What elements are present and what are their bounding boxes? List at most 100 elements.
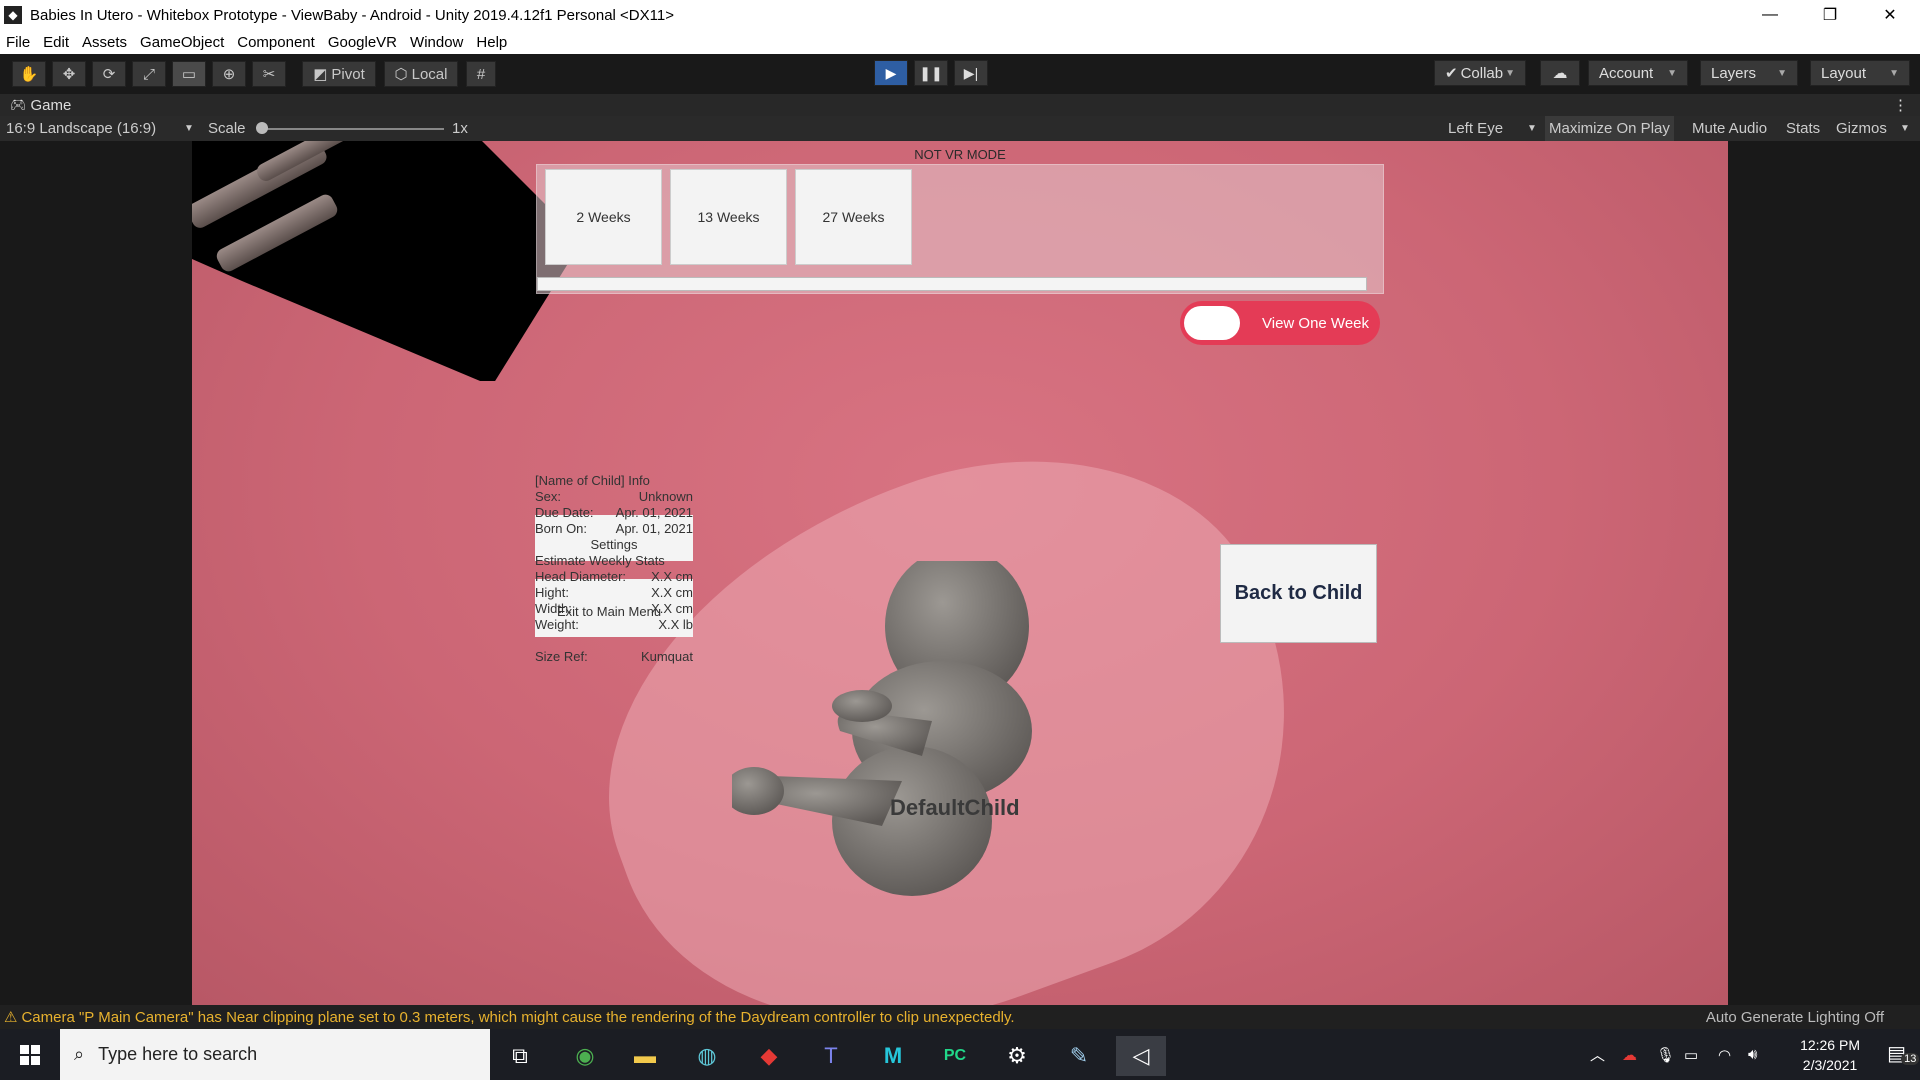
custom-tool-icon[interactable]: ✂	[252, 61, 286, 87]
volume-icon[interactable]: 🔊︎	[1748, 1029, 1757, 1080]
child-info-panel: [Name of Child] Info Sex: Unknown Due Dat…	[535, 473, 693, 664]
exit-label: Exit to Main Menu	[557, 604, 662, 619]
paint-icon[interactable]: ✎	[1054, 1036, 1104, 1076]
chrome-icon[interactable]: ◉	[560, 1036, 610, 1076]
console-status-bar[interactable]: ⚠ Camera "P Main Camera" has Near clippi…	[0, 1005, 1920, 1029]
scale-value: 1x	[452, 120, 468, 137]
teams-icon[interactable]: T	[806, 1036, 856, 1076]
settings-gear-icon[interactable]: ⚙	[992, 1036, 1042, 1076]
gizmos-caret-icon: ▼	[1900, 123, 1910, 134]
tray-chevron-icon[interactable]: ︿	[1590, 1029, 1605, 1080]
game-viewport[interactable]: DefaultChild NOT VR MODE 2 Weeks 13 Week…	[192, 141, 1728, 1005]
move-tool-icon[interactable]: ✥	[52, 61, 86, 87]
task-view-icon[interactable]: ⧉	[495, 1036, 545, 1076]
search-icon: ⌕	[74, 1044, 85, 1064]
estimate-label: Estimate Weekly Stats	[535, 553, 665, 568]
hand-tool-icon[interactable]: ✋	[12, 61, 46, 87]
mute-audio-toggle[interactable]: Mute Audio	[1688, 116, 1771, 141]
scale-slider-handle[interactable]	[256, 122, 268, 134]
maximize-on-play-toggle[interactable]: Maximize On Play	[1545, 116, 1674, 141]
scale-slider-track[interactable]	[262, 128, 444, 130]
check-icon: ✔	[1445, 65, 1458, 82]
play-button[interactable]: ▶	[874, 60, 908, 86]
vr-mode-label: NOT VR MODE	[914, 147, 1006, 162]
week-button-2[interactable]: 2 Weeks	[545, 169, 662, 265]
menu-edit[interactable]: Edit	[43, 34, 69, 51]
onedrive-icon[interactable]: ☁	[1622, 1029, 1637, 1080]
rect-tool-icon[interactable]: ▭	[172, 61, 206, 87]
microphone-icon[interactable]: 🎙︎	[1656, 1029, 1675, 1080]
caret-icon: ▼	[1777, 67, 1787, 79]
taskbar-search-box[interactable]: ⌕ Type here to search	[60, 1029, 490, 1080]
more-options-icon[interactable]: ⋮	[1893, 96, 1908, 114]
windows-start-icon[interactable]	[0, 1029, 60, 1080]
game-options-bar: 16:9 Landscape (16:9) ▼ Scale 1x Left Ey…	[0, 116, 1920, 141]
week-scrollbar[interactable]	[537, 277, 1367, 291]
menu-help[interactable]: Help	[476, 34, 507, 51]
window-title-bar: ◆ Babies In Utero - Whitebox Prototype -…	[0, 0, 1920, 30]
app-red-icon[interactable]: ◆	[744, 1036, 794, 1076]
caret-icon: ▼	[1889, 67, 1899, 79]
eye-dropdown[interactable]: Left Eye	[1448, 120, 1503, 137]
menu-googlevr[interactable]: GoogleVR	[328, 34, 397, 51]
local-icon: ⬡	[394, 66, 408, 83]
gitkraken-icon[interactable]: ◍	[682, 1036, 732, 1076]
back-to-child-button[interactable]: Back to Child	[1220, 544, 1377, 643]
notification-center-icon[interactable]: ▤ 13	[1887, 1041, 1920, 1066]
menu-gameobject[interactable]: GameObject	[140, 34, 224, 51]
grid-snap-icon[interactable]: #	[466, 61, 496, 87]
restore-button[interactable]: ❐	[1800, 0, 1860, 30]
pause-button[interactable]: ❚❚	[914, 60, 948, 86]
gamepad-icon: 🎮︎	[10, 97, 27, 112]
stats-toggle[interactable]: Stats	[1782, 116, 1824, 141]
scale-tool-icon[interactable]: ⤢	[132, 61, 166, 87]
baby-name-label: DefaultChild	[890, 795, 1020, 820]
pivot-button[interactable]: ◩ Pivot	[302, 61, 376, 87]
menu-component[interactable]: Component	[237, 34, 315, 51]
account-dropdown[interactable]: Account ▼	[1588, 60, 1688, 86]
week-selector-panel: 2 Weeks 13 Weeks 27 Weeks	[536, 164, 1384, 294]
lighting-status: Auto Generate Lighting Off	[1705, 1008, 1884, 1026]
local-button[interactable]: ⬡ Local	[384, 61, 458, 87]
game-tab[interactable]: 🎮︎ Game ⋮	[0, 94, 1920, 116]
play-icon: ▶	[885, 64, 897, 81]
step-button[interactable]: ▶|	[954, 60, 988, 86]
view-one-week-toggle[interactable]: View One Week	[1180, 301, 1380, 345]
collab-dropdown[interactable]: ✔ Collab ▼	[1434, 60, 1526, 86]
windows-taskbar: ⌕ Type here to search ⧉ ◉ ▬ ◍ ◆ T M PC ⚙…	[0, 1029, 1920, 1080]
file-explorer-icon[interactable]: ▬	[620, 1036, 670, 1076]
unity-taskbar-icon[interactable]: ◁	[1116, 1036, 1166, 1076]
window-title: Babies In Utero - Whitebox Prototype - V…	[30, 6, 674, 24]
warning-message: Camera "P Main Camera" has Near clipping…	[21, 1008, 1015, 1026]
unity-icon: ◆	[4, 6, 22, 24]
pycharm-icon[interactable]: PC	[930, 1036, 980, 1076]
step-icon: ▶|	[963, 64, 979, 81]
close-button[interactable]: ✕	[1860, 0, 1920, 30]
layout-dropdown[interactable]: Layout ▼	[1810, 60, 1910, 86]
cloud-button[interactable]: ☁	[1540, 60, 1580, 86]
minimize-button[interactable]: —	[1740, 0, 1800, 30]
rotate-tool-icon[interactable]: ⟳	[92, 61, 126, 87]
info-title: [Name of Child] Info	[535, 473, 650, 488]
gizmos-dropdown[interactable]: Gizmos	[1832, 116, 1891, 141]
eye-caret-icon: ▼	[1527, 123, 1537, 134]
toggle-knob	[1184, 306, 1240, 340]
app-m-icon[interactable]: M	[868, 1036, 918, 1076]
aspect-dropdown[interactable]: 16:9 Landscape (16:9)	[6, 120, 156, 137]
taskbar-clock[interactable]: 12:26 PM 2/3/2021	[1800, 1035, 1860, 1075]
aspect-caret-icon: ▼	[184, 123, 194, 134]
wifi-icon[interactable]: ◠	[1718, 1029, 1731, 1080]
layers-dropdown[interactable]: Layers ▼	[1700, 60, 1798, 86]
cloud-icon: ☁	[1552, 65, 1568, 82]
baby-model[interactable]	[732, 561, 1132, 921]
menu-window[interactable]: Window	[410, 34, 463, 51]
clock-date: 2/3/2021	[1802, 1057, 1858, 1073]
scale-label: Scale	[208, 120, 246, 137]
week-button-13[interactable]: 13 Weeks	[670, 169, 787, 265]
transform-tool-icon[interactable]: ⊕	[212, 61, 246, 87]
week-button-27[interactable]: 27 Weeks	[795, 169, 912, 265]
menu-assets[interactable]: Assets	[82, 34, 127, 51]
pause-icon: ❚❚	[919, 64, 943, 81]
menu-file[interactable]: File	[6, 34, 30, 51]
battery-icon[interactable]: ▭	[1684, 1029, 1698, 1080]
